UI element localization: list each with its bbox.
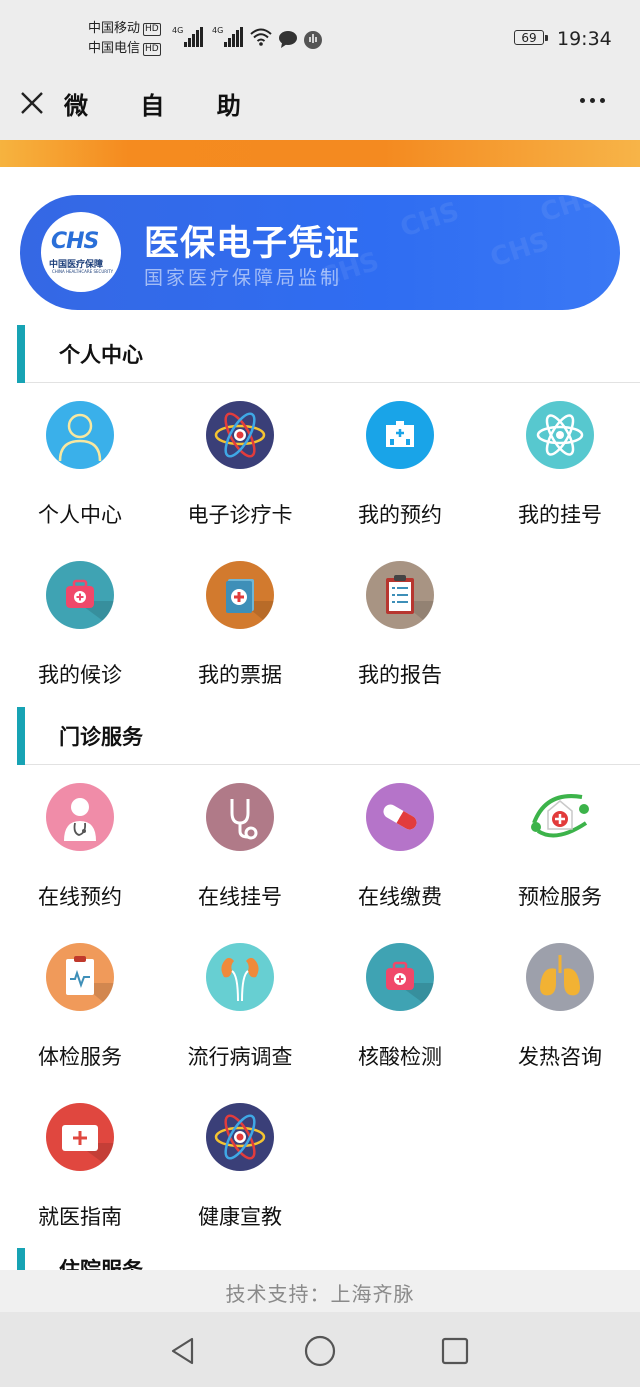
section-title: 门诊服务 bbox=[59, 725, 143, 749]
atom-icon bbox=[206, 1103, 274, 1171]
tile-my-queue[interactable]: 我的候诊 bbox=[0, 561, 160, 711]
tile-my-appointments[interactable]: 我的预约 bbox=[320, 401, 480, 551]
back-icon[interactable] bbox=[168, 1336, 198, 1366]
recents-icon[interactable] bbox=[441, 1337, 469, 1365]
section-title-inpatient: 住院服务 bbox=[59, 1258, 143, 1270]
message-icon bbox=[279, 31, 297, 48]
doctor-icon bbox=[46, 783, 114, 851]
tile-online-registration[interactable]: 在线挂号 bbox=[160, 783, 320, 933]
tile-health-education[interactable]: 健康宣教 bbox=[160, 1103, 320, 1253]
battery-icon: 69 bbox=[514, 30, 548, 45]
tile-fever-consultation[interactable]: 发热咨询 bbox=[480, 943, 640, 1093]
kidneys-icon bbox=[206, 943, 274, 1011]
medkit-icon bbox=[46, 561, 114, 629]
footer-text: 技术支持：上海齐脉 bbox=[225, 1282, 415, 1306]
banner-title: 医保电子凭证 bbox=[144, 224, 361, 264]
carrier-1: 中国移动 HD bbox=[88, 21, 161, 36]
clipboard-icon bbox=[366, 561, 434, 629]
section-bar bbox=[17, 1248, 25, 1270]
chs-logo: CHS 中国医疗保障 CHINA HEALTHCARE SECURITY bbox=[41, 212, 121, 292]
network-type-2: 4G bbox=[212, 26, 224, 35]
medkit-icon bbox=[366, 943, 434, 1011]
medical-book-icon bbox=[206, 561, 274, 629]
lungs-icon bbox=[526, 943, 594, 1011]
page-title: 微 自 助 bbox=[64, 92, 263, 120]
header-band bbox=[0, 140, 640, 167]
atom-outline-icon bbox=[526, 401, 594, 469]
carrier-2: 中国电信 HD bbox=[88, 41, 161, 56]
tile-electronic-card[interactable]: 电子诊疗卡 bbox=[160, 401, 320, 551]
hospital-icon bbox=[366, 401, 434, 469]
signal-icon bbox=[224, 27, 243, 47]
signal-icon bbox=[184, 27, 203, 47]
section-title: 个人中心 bbox=[59, 343, 143, 367]
tile-my-receipts[interactable]: 我的票据 bbox=[160, 561, 320, 711]
status-bar: 中国移动 HD 中国电信 HD 4G 4G 69 19:34 bbox=[0, 0, 640, 80]
health-report-icon bbox=[46, 943, 114, 1011]
atom-icon bbox=[206, 401, 274, 469]
tile-online-payment[interactable]: 在线缴费 bbox=[320, 783, 480, 933]
network-type-1: 4G bbox=[172, 26, 184, 35]
tile-nucleic-acid-test[interactable]: 核酸检测 bbox=[320, 943, 480, 1093]
section-outpatient-services: 门诊服务 bbox=[0, 707, 640, 765]
medical-cross-logo-icon bbox=[526, 783, 594, 851]
section-personal-center: 个人中心 bbox=[0, 325, 640, 383]
tile-my-registration[interactable]: 我的挂号 bbox=[480, 401, 640, 551]
tile-personal-center[interactable]: 个人中心 bbox=[0, 401, 160, 551]
first-aid-box-icon bbox=[46, 1103, 114, 1171]
close-icon[interactable] bbox=[20, 91, 44, 115]
pill-icon bbox=[366, 783, 434, 851]
home-icon[interactable] bbox=[304, 1335, 336, 1367]
person-icon bbox=[46, 401, 114, 469]
tile-medical-guide[interactable]: 就医指南 bbox=[0, 1103, 160, 1253]
tile-epidemic-survey[interactable]: 流行病调查 bbox=[160, 943, 320, 1093]
wifi-icon bbox=[250, 28, 272, 46]
clock: 19:34 bbox=[557, 28, 612, 50]
tile-online-appointment[interactable]: 在线预约 bbox=[0, 783, 160, 933]
banner-subtitle: 国家医疗保障局监制 bbox=[144, 267, 343, 289]
app-notification-icon bbox=[304, 31, 322, 49]
tile-physical-exam[interactable]: 体检服务 bbox=[0, 943, 160, 1093]
tile-pre-check-service[interactable]: 预检服务 bbox=[480, 783, 640, 933]
stethoscope-icon bbox=[206, 783, 274, 851]
tile-my-reports[interactable]: 我的报告 bbox=[320, 561, 480, 711]
more-options-icon[interactable] bbox=[580, 98, 605, 103]
medical-insurance-banner[interactable]: CHS CHS CHS CHS CHS 中国医疗保障 CHINA HEALTHC… bbox=[20, 195, 620, 310]
